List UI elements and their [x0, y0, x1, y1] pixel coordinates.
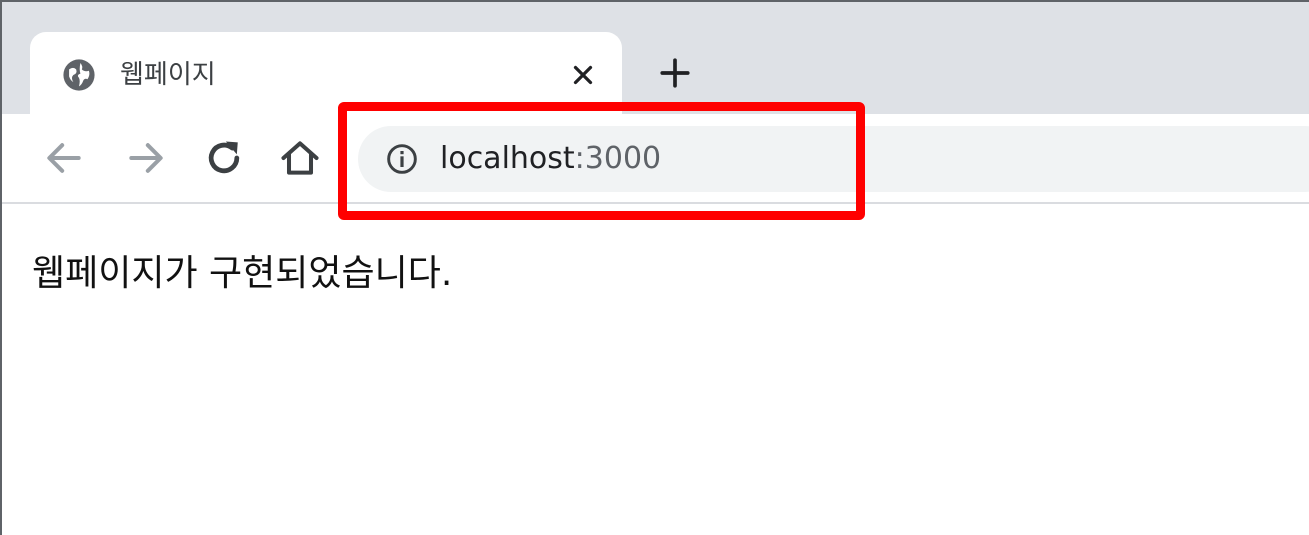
reload-icon[interactable] [202, 136, 246, 180]
info-icon[interactable] [386, 143, 418, 175]
plus-icon[interactable] [658, 56, 692, 90]
tab-title: 웹페이지 [120, 60, 216, 90]
tab-active[interactable]: 웹페이지 [30, 32, 622, 116]
close-icon[interactable] [568, 60, 598, 90]
url-text[interactable]: localhost:3000 [440, 140, 661, 178]
home-icon[interactable] [278, 136, 322, 180]
address-bar[interactable]: localhost:3000 [358, 126, 1309, 192]
url-port: :3000 [574, 141, 662, 176]
page-content: 웹페이지가 구현되었습니다. [2, 206, 1309, 535]
forward-arrow-icon[interactable] [124, 136, 168, 180]
tab-strip: 웹페이지 [2, 2, 1309, 116]
back-arrow-icon[interactable] [42, 136, 86, 180]
toolbar: localhost:3000 [2, 114, 1309, 204]
url-host: localhost [440, 141, 575, 176]
globe-icon [63, 59, 95, 91]
page-body-text: 웹페이지가 구현되었습니다. [32, 253, 453, 294]
browser-window: 웹페이지 localhost:3000 웹페이지가 구현되었습니다. [0, 0, 1309, 535]
